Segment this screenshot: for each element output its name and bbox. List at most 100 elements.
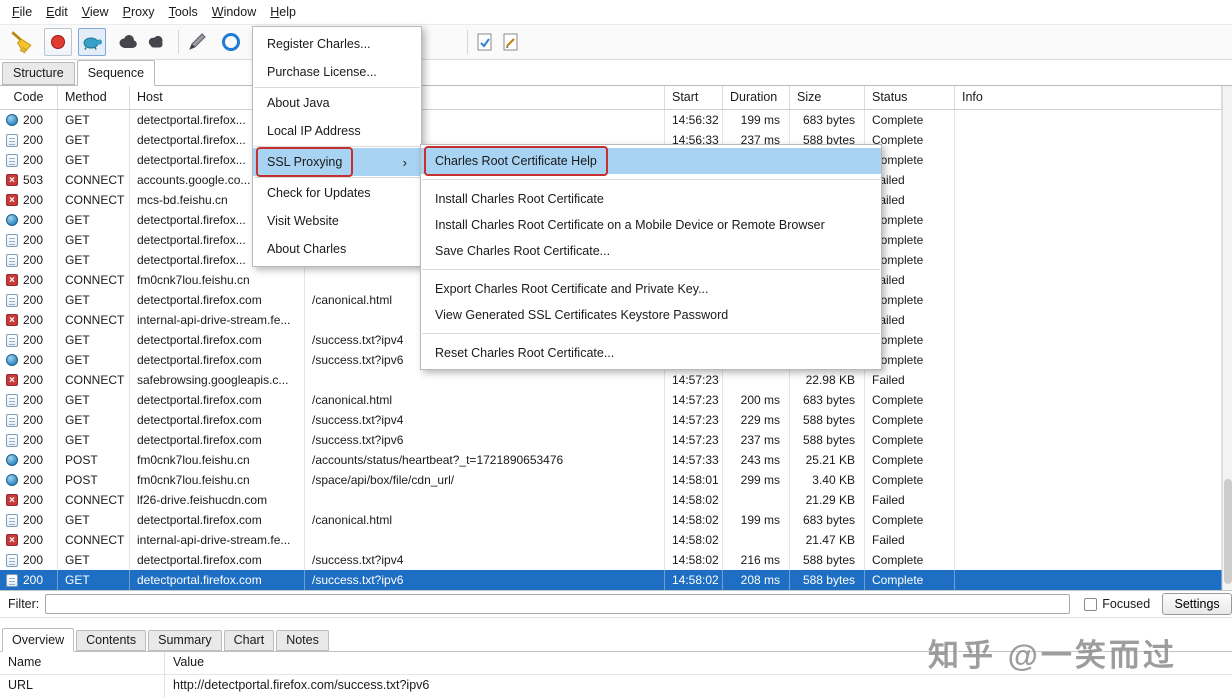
column-header-duration[interactable]: Duration [723,86,790,109]
table-row[interactable]: 200 GET detectportal.firefox.com /succes… [0,550,1222,570]
menubar-item-help[interactable]: Help [263,2,303,22]
menu-item-ssl-proxying[interactable]: SSL Proxying › [253,147,421,177]
vertical-scrollbar[interactable] [1222,86,1232,590]
table-row[interactable]: 200 GET detectportal.firefox.com /succes… [0,430,1222,450]
cell-status: Complete [865,450,955,470]
cell-host: fm0cnk7lou.feishu.cn [130,270,305,290]
table-row[interactable]: 200 CONNECT lf26-drive.feishucdn.com 14:… [0,490,1222,510]
request-status-icon [6,534,18,546]
cell-duration: 229 ms [723,410,790,430]
menu-item-label: Install Charles Root Certificate on a Mo… [435,218,825,232]
filter-input[interactable] [45,594,1071,614]
cloud-tool-button[interactable] [144,32,168,52]
cell-code: 200 [0,330,58,350]
cell-code: 200 [0,490,58,510]
column-header-start[interactable]: Start [665,86,723,109]
table-row[interactable]: 200 CONNECT safebrowsing.googleapis.c...… [0,370,1222,390]
menubar-item-proxy[interactable]: Proxy [116,2,162,22]
cell-info [955,510,1222,530]
scrollbar-thumb[interactable] [1224,479,1232,584]
compose-button[interactable] [185,31,209,53]
repeat-button[interactable] [221,32,241,52]
cell-code: 200 [0,190,58,210]
column-header-status[interactable]: Status [865,86,955,109]
column-header-info[interactable]: Info [955,86,1222,109]
menu-item-purchase-license[interactable]: Purchase License... [253,58,421,86]
focused-checkbox[interactable] [1084,597,1098,611]
tab-contents[interactable]: Contents [76,630,147,651]
tab-notes[interactable]: Notes [276,630,329,651]
menu-item-root-cert-help[interactable]: Charles Root Certificate Help [421,146,881,176]
menu-item-register-charles[interactable]: Register Charles... [253,30,421,58]
cell-host: detectportal.firefox.com [130,290,305,310]
tab-sequence[interactable]: Sequence [76,60,156,86]
cell-method: CONNECT [58,170,130,190]
column-header-method[interactable]: Method [58,86,130,109]
compose-pencil-icon [189,33,206,50]
menu-item-visit-website[interactable]: Visit Website [253,207,421,235]
menu-item-install-root-cert-mobile[interactable]: Install Charles Root Certificate on a Mo… [421,212,881,238]
clear-session-button[interactable] [8,28,36,56]
cell-status: Complete [865,470,955,490]
menu-item-about-java[interactable]: About Java [253,89,421,117]
record-button[interactable] [44,28,72,56]
toolbar-separator [178,30,179,54]
menu-item-about-charles[interactable]: About Charles [253,235,421,263]
tab-overview[interactable]: Overview [2,628,75,652]
request-status-icon [6,133,18,147]
table-row[interactable]: 200 CONNECT internal-api-drive-stream.fe… [0,530,1222,550]
menubar-item-window[interactable]: Window [205,2,263,22]
column-header-code[interactable]: Code [0,86,58,109]
cell-code: 200 [0,290,58,310]
tab-structure[interactable]: Structure [2,62,75,85]
menu-item-local-ip-address[interactable]: Local IP Address [253,117,421,145]
validate-button[interactable] [476,32,494,52]
cell-info [955,550,1222,570]
table-row[interactable]: 200 GET detectportal.firefox.com /succes… [0,570,1222,590]
cell-info [955,310,1222,330]
menu-item-reset-root-cert[interactable]: Reset Charles Root Certificate... [421,340,881,366]
table-row[interactable]: 200 GET detectportal.firefox.com /canoni… [0,510,1222,530]
settings-button[interactable]: Settings [1162,593,1232,615]
cell-info [955,350,1222,370]
menu-item-save-root-cert[interactable]: Save Charles Root Certificate... [421,238,881,264]
cell-start: 14:58:02 [665,510,723,530]
cell-info [955,370,1222,390]
cell-info [955,530,1222,550]
table-row[interactable]: 200 POST fm0cnk7lou.feishu.cn /accounts/… [0,450,1222,470]
detail-row-name: URL [0,675,165,698]
cell-start: 14:57:23 [665,370,723,390]
menubar-item-edit[interactable]: Edit [39,2,75,22]
menu-item-check-for-updates[interactable]: Check for Updates [253,179,421,207]
throttle-button[interactable] [78,28,106,56]
cell-method: CONNECT [58,530,130,550]
menu-separator [254,87,420,88]
cell-duration [723,530,790,550]
cell-method: GET [58,510,130,530]
table-row[interactable]: 200 GET detectportal.firefox... 14:56:32… [0,110,1222,130]
table-row[interactable]: 200 POST fm0cnk7lou.feishu.cn /space/api… [0,470,1222,490]
cell-status: Failed [865,490,955,510]
column-header-size[interactable]: Size [790,86,865,109]
menubar-item-file[interactable]: File [5,2,39,22]
menu-item-label: About Charles [267,242,347,256]
table-row[interactable]: 200 GET detectportal.firefox.com /canoni… [0,390,1222,410]
request-status-icon [6,214,18,226]
cell-path [305,530,665,550]
table-row[interactable]: 200 GET detectportal.firefox.com /succes… [0,410,1222,430]
menu-separator [422,333,880,334]
cell-path: /success.txt?ipv4 [305,410,665,430]
tab-chart[interactable]: Chart [223,630,275,651]
tab-summary[interactable]: Summary [148,630,222,651]
menu-item-view-keystore-password[interactable]: View Generated SSL Certificates Keystore… [421,302,881,328]
request-status-icon [6,274,18,286]
detail-row[interactable]: URL http://detectportal.firefox.com/succe… [0,675,1232,698]
request-status-icon [6,354,18,366]
menu-item-install-root-cert[interactable]: Install Charles Root Certificate [421,186,881,212]
breakpoints-button[interactable] [116,32,140,52]
menubar-item-tools[interactable]: Tools [162,2,205,22]
edit-document-button[interactable] [502,32,520,52]
cell-method: GET [58,390,130,410]
menu-item-export-root-cert[interactable]: Export Charles Root Certificate and Priv… [421,276,881,302]
menubar-item-view[interactable]: View [75,2,116,22]
